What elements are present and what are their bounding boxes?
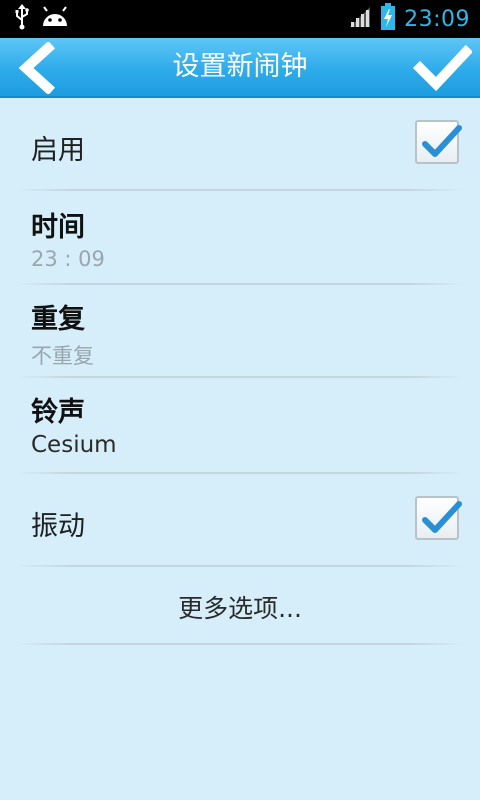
vibrate-checkbox[interactable] — [415, 496, 462, 540]
signal-icon — [348, 5, 372, 33]
android-debug-icon — [40, 6, 70, 32]
checkmark-icon — [412, 44, 474, 98]
ringtone-label: 铃声 — [31, 397, 85, 428]
repeat-label: 重复 — [31, 304, 85, 335]
title-bar: 设置新闹钟 — [0, 38, 480, 98]
repeat-row[interactable]: 重复 不重复 — [0, 285, 480, 377]
vibrate-label: 振动 — [31, 511, 85, 542]
usb-icon — [14, 4, 30, 34]
status-right-icons: 23:09 — [348, 0, 470, 38]
time-value: 23 : 09 — [31, 247, 105, 271]
enable-checkbox[interactable] — [415, 120, 462, 164]
status-left-icons — [14, 4, 70, 34]
confirm-button[interactable] — [412, 42, 474, 94]
time-row[interactable]: 时间 23 : 09 — [0, 191, 480, 283]
enable-label: 启用 — [31, 135, 85, 166]
status-time: 23:09 — [404, 6, 470, 32]
ringtone-value: Cesium — [31, 432, 117, 458]
enable-row[interactable]: 启用 — [0, 98, 480, 190]
battery-charging-icon — [380, 3, 396, 35]
divider — [16, 643, 464, 645]
ringtone-row[interactable]: 铃声 Cesium — [0, 378, 480, 472]
more-options-label: 更多选项... — [178, 594, 302, 623]
more-options-row[interactable]: 更多选项... — [0, 567, 480, 643]
vibrate-row[interactable]: 振动 — [0, 474, 480, 566]
page-title: 设置新闹钟 — [172, 51, 308, 82]
repeat-value: 不重复 — [31, 344, 94, 368]
status-bar: 23:09 — [0, 0, 480, 38]
time-label: 时间 — [31, 212, 85, 243]
